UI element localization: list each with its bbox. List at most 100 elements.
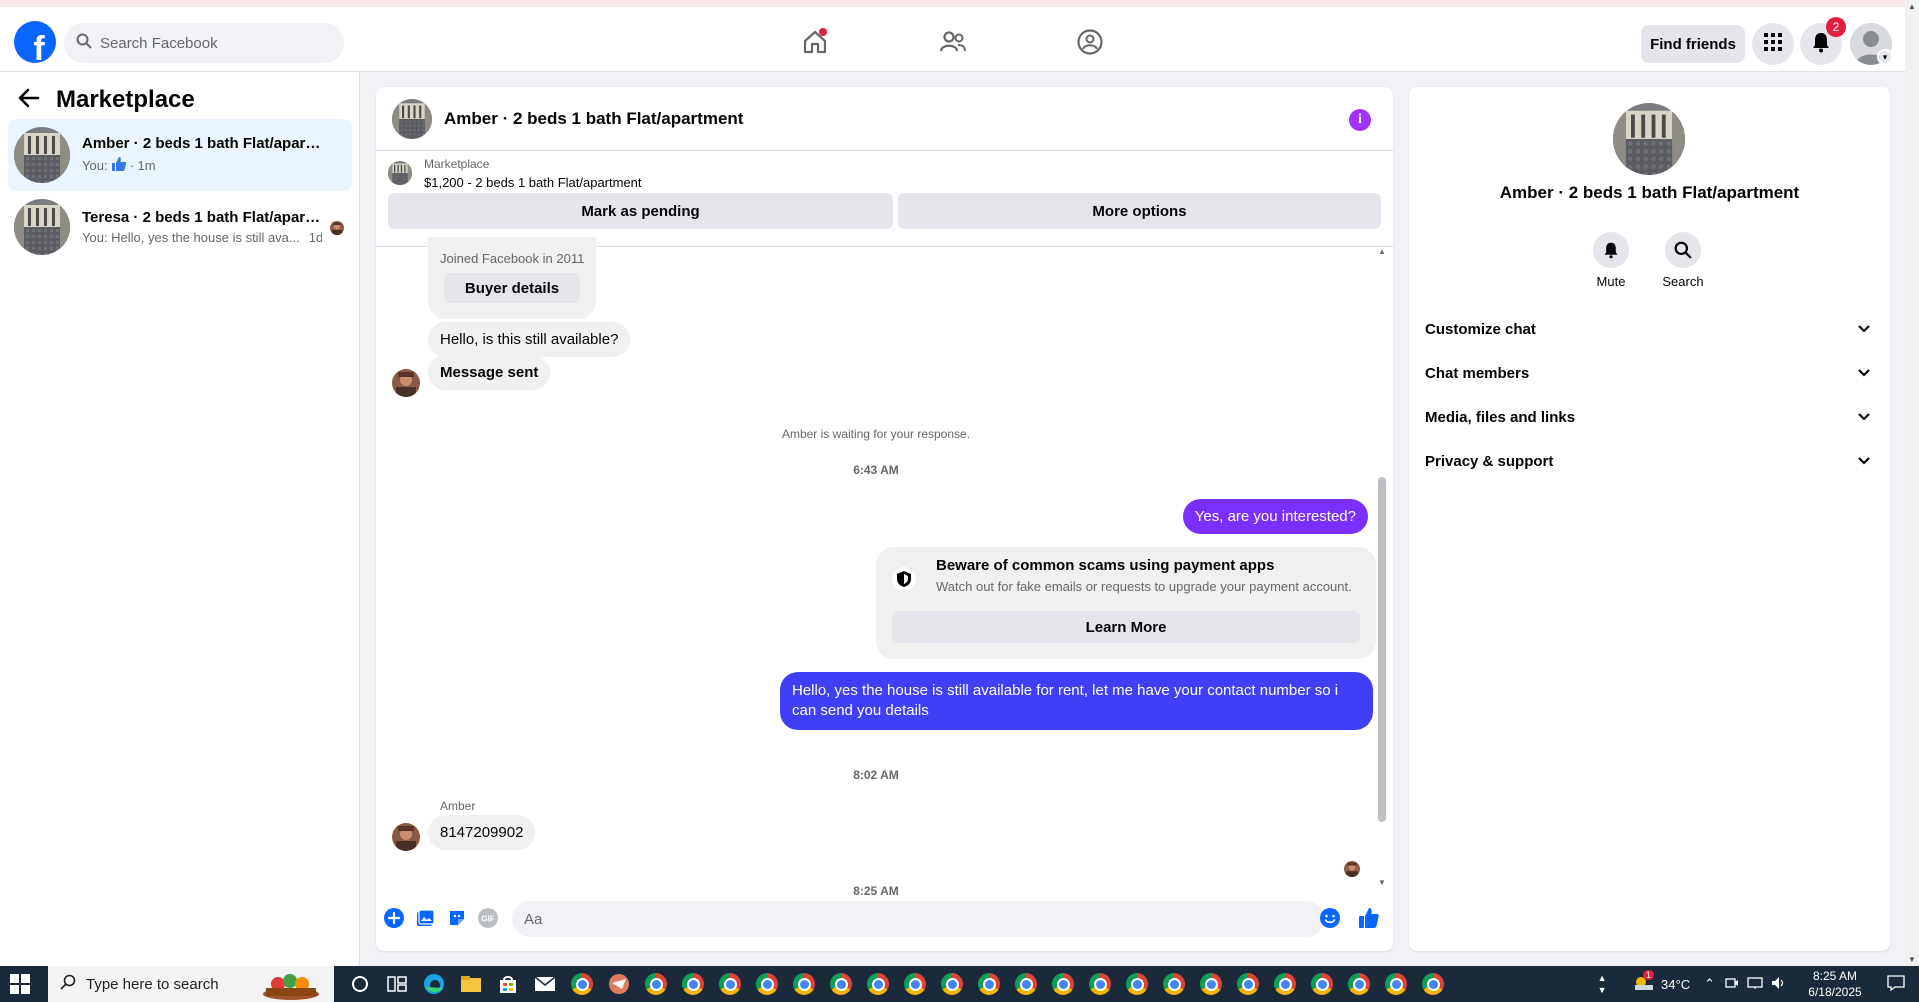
chrome-icon[interactable] bbox=[790, 970, 818, 998]
edge-icon[interactable] bbox=[420, 970, 448, 998]
meet-now-icon[interactable] bbox=[1725, 976, 1739, 993]
chrome-icon[interactable] bbox=[1271, 970, 1299, 998]
thumbs-up-icon[interactable] bbox=[1358, 907, 1380, 929]
chrome-icon[interactable] bbox=[1123, 970, 1151, 998]
learn-more-button[interactable]: Learn More bbox=[892, 611, 1360, 643]
notifications-button[interactable]: 2 bbox=[1800, 17, 1846, 65]
scroll-up-arrow-icon[interactable]: ▲ bbox=[1905, 2, 1919, 11]
chrome-icon[interactable] bbox=[1382, 970, 1410, 998]
search-action[interactable]: Search bbox=[1653, 232, 1713, 289]
info-icon[interactable]: i bbox=[1349, 109, 1371, 131]
scroll-up-arrow-icon[interactable]: ▲ bbox=[1377, 247, 1387, 256]
windows-start-icon[interactable] bbox=[10, 974, 30, 994]
chrome-icon[interactable] bbox=[827, 970, 855, 998]
store-icon[interactable] bbox=[494, 970, 522, 998]
chrome-icon[interactable] bbox=[568, 970, 596, 998]
back-arrow-icon[interactable] bbox=[18, 88, 40, 113]
plus-icon[interactable] bbox=[383, 907, 405, 929]
chrome-icon[interactable] bbox=[642, 970, 670, 998]
home-notification-dot bbox=[819, 28, 827, 36]
chevron-up-icon[interactable]: ⌃ bbox=[1704, 976, 1715, 992]
facebook-logo-icon[interactable]: f bbox=[14, 21, 56, 63]
cortana-icon[interactable] bbox=[346, 970, 374, 998]
app-icon[interactable] bbox=[605, 970, 633, 998]
system-tray: ▲ ▼ 1 34°C ⌃ 8:25 AM 6/18/2025 bbox=[1595, 966, 1919, 1002]
chrome-icon[interactable] bbox=[1234, 970, 1262, 998]
chrome-icon[interactable] bbox=[901, 970, 929, 998]
volume-icon[interactable] bbox=[1771, 976, 1787, 993]
weather-icon[interactable]: 1 bbox=[1633, 969, 1655, 995]
chat-scrollbar[interactable]: ▲ ▼ bbox=[1377, 247, 1387, 887]
bell-icon[interactable] bbox=[1593, 232, 1629, 268]
scroll-down-arrow-icon[interactable]: ▼ bbox=[1377, 878, 1387, 887]
sticker-icon[interactable] bbox=[446, 907, 468, 929]
chrome-icon[interactable] bbox=[716, 970, 744, 998]
more-options-button[interactable]: More options bbox=[898, 193, 1381, 229]
section-privacy-support[interactable]: Privacy & support bbox=[1425, 443, 1877, 479]
chrome-icon[interactable] bbox=[1345, 970, 1373, 998]
nav-groups[interactable] bbox=[1070, 24, 1110, 64]
find-friends-button[interactable]: Find friends bbox=[1641, 25, 1745, 63]
nav-friends[interactable] bbox=[933, 24, 973, 64]
network-icon[interactable] bbox=[1747, 976, 1763, 993]
joined-text: Joined Facebook in 2011 bbox=[440, 251, 585, 266]
sidebar-title: Marketplace bbox=[56, 86, 195, 113]
sidebar-header: Marketplace bbox=[18, 86, 195, 114]
seen-avatar bbox=[330, 221, 344, 235]
message-input-box[interactable] bbox=[512, 901, 1324, 937]
chevron-down-icon bbox=[1857, 409, 1871, 426]
scroll-thumb[interactable] bbox=[1378, 477, 1386, 822]
scroll-down-arrow-icon[interactable]: ▼ bbox=[1905, 955, 1919, 964]
chrome-icon[interactable] bbox=[753, 970, 781, 998]
emoji-icon[interactable] bbox=[1319, 907, 1341, 929]
mark-as-pending-button[interactable]: Mark as pending bbox=[388, 193, 893, 229]
chrome-icon[interactable] bbox=[1197, 970, 1225, 998]
file-explorer-icon[interactable] bbox=[457, 970, 485, 998]
mute-action[interactable]: Mute bbox=[1581, 232, 1641, 289]
chrome-icon[interactable] bbox=[1012, 970, 1040, 998]
chrome-icon[interactable] bbox=[975, 970, 1003, 998]
page-scrollbar[interactable]: ▲ ▼ bbox=[1905, 0, 1919, 966]
conversation-item[interactable]: Amber · 2 beds 1 bath Flat/apartm... You… bbox=[8, 119, 352, 191]
task-view-icon[interactable] bbox=[383, 970, 411, 998]
sender-avatar[interactable] bbox=[392, 369, 420, 397]
search-facebook[interactable] bbox=[64, 23, 344, 63]
chrome-icon[interactable] bbox=[1308, 970, 1336, 998]
chrome-icon[interactable] bbox=[1419, 970, 1447, 998]
chrome-icon[interactable] bbox=[864, 970, 892, 998]
clock-date: 6/18/2025 bbox=[1808, 985, 1862, 999]
chevron-down-icon bbox=[1857, 365, 1871, 382]
chat-title[interactable]: Amber · 2 beds 1 bath Flat/apartment bbox=[444, 109, 743, 129]
search-input[interactable] bbox=[100, 34, 320, 52]
chrome-icon[interactable] bbox=[1049, 970, 1077, 998]
message-input[interactable] bbox=[524, 910, 1284, 928]
mail-icon[interactable] bbox=[531, 970, 559, 998]
buyer-card: Joined Facebook in 2011 Buyer details bbox=[428, 237, 596, 319]
section-customize-chat[interactable]: Customize chat bbox=[1425, 311, 1877, 347]
menu-button[interactable] bbox=[1752, 23, 1794, 65]
notification-badge: 2 bbox=[1826, 17, 1846, 37]
conversation-item[interactable]: Teresa · 2 beds 1 bath Flat/apart... You… bbox=[8, 191, 352, 263]
section-chat-members[interactable]: Chat members bbox=[1425, 355, 1877, 391]
nav-home[interactable] bbox=[795, 24, 835, 64]
listing-price-title[interactable]: $1,200 - 2 beds 1 bath Flat/apartment bbox=[424, 175, 642, 190]
conversation-name: Amber · 2 beds 1 bath Flat/apartm... bbox=[82, 135, 322, 152]
chrome-icon[interactable] bbox=[1160, 970, 1188, 998]
sender-avatar[interactable] bbox=[392, 823, 420, 851]
buyer-details-button[interactable]: Buyer details bbox=[444, 273, 580, 303]
chrome-icon[interactable] bbox=[679, 970, 707, 998]
notification-center-icon[interactable] bbox=[1887, 974, 1905, 994]
conversation-name: Teresa · 2 beds 1 bath Flat/apart... bbox=[82, 209, 322, 226]
taskbar-scroll-arrows-icon[interactable]: ▲ ▼ bbox=[1595, 972, 1609, 996]
chat-thumbnail[interactable] bbox=[392, 99, 432, 139]
chrome-icon[interactable] bbox=[938, 970, 966, 998]
chrome-icon[interactable] bbox=[1086, 970, 1114, 998]
chevron-down-icon[interactable]: ▾ bbox=[1877, 49, 1893, 65]
gif-icon[interactable]: GIF bbox=[477, 907, 499, 929]
section-media-files-links[interactable]: Media, files and links bbox=[1425, 399, 1877, 435]
waiting-note: Amber is waiting for your response. bbox=[781, 427, 971, 441]
search-icon[interactable] bbox=[1665, 232, 1701, 268]
photo-icon[interactable] bbox=[414, 907, 436, 929]
taskbar-search[interactable]: Type here to search bbox=[48, 966, 334, 1002]
clock[interactable]: 8:25 AM 6/18/2025 bbox=[1793, 968, 1877, 1000]
